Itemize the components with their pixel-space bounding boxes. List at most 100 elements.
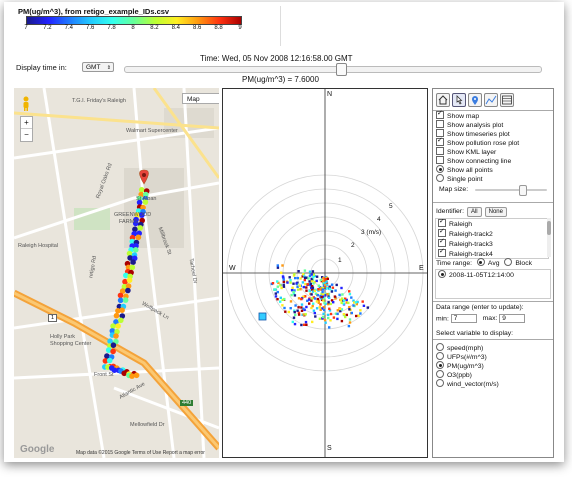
identifier-item[interactable]: Raleigh-track4 [438,247,493,258]
radio-avg[interactable] [476,258,485,267]
checkbox[interactable] [438,227,446,238]
marker-button[interactable] [468,93,482,107]
radio[interactable] [436,370,444,379]
min-input[interactable]: 7 [450,314,477,323]
pollution-rose-plot[interactable]: N S E W 1 2 3 (m/s) 4 5 [222,88,428,458]
identifier-scrollbar[interactable] [547,218,551,257]
table-button[interactable] [500,93,514,107]
rose-data-point [354,301,358,304]
checkbox[interactable] [438,219,446,228]
option-show-kml-layer[interactable]: Show KML layer [436,147,496,157]
radio-block[interactable] [504,258,513,267]
rose-data-point [276,264,279,267]
variable-option[interactable]: PM(ug/m^3) [436,361,484,371]
identifier-name: Raleigh-track3 [449,241,493,248]
colorbar-tick-label: 7.2 [43,25,52,31]
radio[interactable] [436,165,444,174]
identifier-name: Raleigh-track4 [449,251,493,258]
rose-data-point [333,295,337,298]
rose-data-point [297,297,301,300]
rose-data-point [312,273,315,276]
time-range-item[interactable]: 2008-11-05T12:14:00 [438,270,514,280]
rose-data-point [312,302,315,305]
timezone-select[interactable]: GMT ⇕ [82,62,114,72]
option-show-pollution-rose[interactable]: Show pollution rose plot [436,136,519,148]
rose-data-point [304,320,308,324]
rose-data-point [305,323,308,326]
variable-option[interactable]: UFPs(#/m^3) [436,352,487,362]
home-button[interactable] [436,93,450,107]
time-range-list[interactable]: 2008-11-05T12:14:00 [435,269,551,299]
rose-data-point [303,323,306,326]
map-size-slider[interactable] [475,189,547,191]
rose-data-point [345,313,348,317]
option-show-connecting-line[interactable]: Show connecting line [436,156,511,166]
select-none-button[interactable]: None [484,207,507,217]
colorbar-tick-label: 9 [238,25,242,31]
compass-east-label: E [419,265,424,272]
variable-option[interactable]: speed(mph) [436,343,483,353]
map-type-select[interactable]: Map▾ [182,93,219,104]
checkbox[interactable] [438,237,446,248]
radio[interactable] [438,270,446,279]
rose-data-point [279,300,282,303]
checkbox[interactable] [436,120,444,129]
identifier-list[interactable]: Raleigh Raleigh-track2 Raleigh-track3 Ra… [435,218,549,259]
max-input[interactable]: 9 [499,314,526,323]
pegman-icon[interactable] [20,96,32,112]
ring-label-3: 3 (m/s) [361,229,382,236]
checkbox[interactable] [436,147,444,156]
radio-show-all-points[interactable]: Show all points [436,165,493,175]
rose-data-point [340,319,344,323]
rose-data-point [294,276,297,280]
zoom-out-button[interactable]: − [21,129,32,140]
variable-label: O3(ppb) [447,372,472,379]
identifier-item[interactable]: Raleigh-track2 [438,227,493,239]
radio[interactable] [436,174,444,183]
checkbox[interactable] [436,109,444,120]
map-track-point [117,297,124,304]
rose-data-point [276,285,279,288]
rose-data-point [348,321,352,324]
rose-data-point [342,313,346,316]
rose-data-point [359,309,362,312]
checkbox[interactable] [436,156,444,165]
time-slider[interactable] [124,66,542,73]
map-label-shopping: Shopping Center [50,341,92,347]
map-attribution[interactable]: Map data ©2015 Google Terms of Use Repor… [76,450,205,456]
checkbox[interactable] [436,136,444,147]
rose-data-point [276,266,280,269]
checkbox[interactable] [438,247,446,258]
rose-data-point [296,285,299,288]
colorbar-title: PM(ug/m^3), from retigo_example_IDs.csv [18,7,170,16]
radio[interactable] [436,352,444,361]
identifier-name: Raleigh [449,221,473,228]
select-all-button[interactable]: All [466,207,482,217]
radio-label: Show all points [447,167,493,174]
marker-icon [472,96,478,105]
radio-single-point[interactable]: Single point [436,174,483,184]
variable-option[interactable]: wind_vector(m/s) [436,379,499,389]
pointer-button[interactable] [452,93,466,107]
radio[interactable] [436,343,444,352]
map-size-slider-thumb[interactable] [519,185,527,196]
rose-data-point [308,302,311,305]
rose-data-point [315,275,319,278]
option-show-analysis-plot[interactable]: Show analysis plot [436,120,503,130]
time-slider-thumb[interactable] [336,63,347,76]
option-label: Show timeseries plot [447,131,510,138]
option-show-timeseries-plot[interactable]: Show timeseries plot [436,129,510,139]
divider [433,339,553,340]
rose-data-point [366,306,369,309]
rose-data-point [336,317,339,321]
rose-data-point [288,276,291,279]
zoom-in-button[interactable]: + [21,117,32,129]
identifier-item[interactable]: Raleigh-track3 [438,237,493,249]
graph-button[interactable] [484,93,498,107]
colorbar-tick-label: 7 [24,25,28,31]
radio[interactable] [436,379,444,388]
map-type-value: Map [187,96,200,103]
map-view[interactable]: T.G.I. Friday's Raleigh Walmart Supercen… [14,88,219,458]
rose-data-point [362,304,366,307]
radio[interactable] [436,361,444,370]
